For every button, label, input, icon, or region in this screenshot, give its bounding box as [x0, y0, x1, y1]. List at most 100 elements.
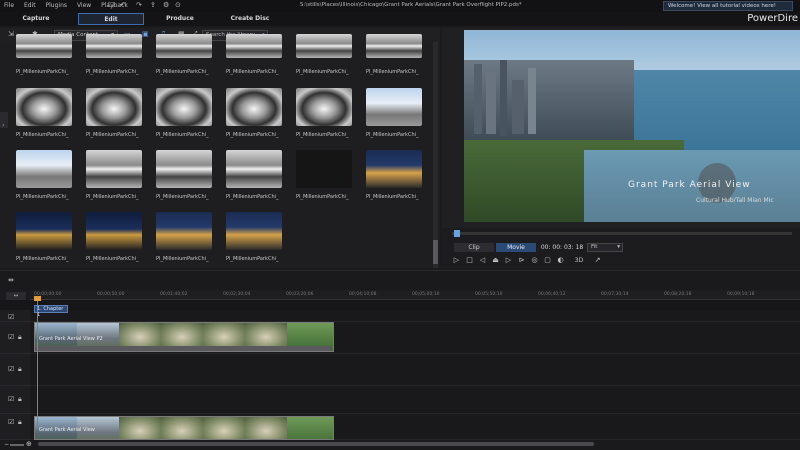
lock-icon[interactable]: 🔒︎ [18, 333, 22, 342]
zoom-out-icon[interactable]: − [4, 441, 9, 448]
library-item-label: PI_MilleniumParkChi_ [156, 69, 209, 75]
zoom-slider[interactable] [10, 444, 24, 446]
ruler-tick-label: 00;04;10;08 [349, 292, 377, 297]
tab-create-disc[interactable]: Create Disc [228, 13, 272, 25]
zoom-in-icon[interactable]: ⊕ [26, 440, 32, 448]
library-scrollbar[interactable] [433, 42, 438, 268]
library-thumbnail[interactable] [296, 88, 352, 126]
menu-view[interactable]: View [77, 2, 91, 9]
preview-scrubber[interactable] [452, 232, 792, 235]
lock-icon[interactable]: 🔒︎ [18, 365, 22, 374]
track-manager-button[interactable]: ↔ [6, 292, 26, 300]
checkbox-icon[interactable]: ☑ [8, 333, 14, 341]
eject-icon[interactable]: ⏏ [491, 256, 500, 265]
ruler-tick-label: 00;01;40;02 [160, 292, 188, 297]
snapshot-icon[interactable]: ◎ [530, 256, 539, 265]
undo-icon[interactable]: ↶ [120, 1, 126, 9]
library-thumbnail[interactable] [16, 88, 72, 126]
skyline-region [464, 60, 634, 150]
menu-plugins[interactable]: Plugins [46, 2, 68, 9]
library-item-label: PI_MilleniumParkChi_ [366, 132, 419, 138]
preview-video[interactable] [464, 30, 800, 222]
settings-icon[interactable]: ⚙ [163, 1, 169, 9]
tab-capture[interactable]: Capture [14, 13, 58, 25]
library-item-label: PI_MilleniumParkChi_ [366, 194, 419, 200]
collapse-panel-handle[interactable]: › [0, 112, 8, 129]
movie-mode-button[interactable]: Movie [496, 243, 536, 252]
library-thumbnail[interactable] [226, 212, 282, 250]
lock-icon[interactable]: ⊙ [175, 1, 181, 9]
timeline-scrollbar[interactable] [38, 442, 594, 446]
library-item-label: PI_MilleniumParkChi_ [156, 194, 209, 200]
checkbox-icon[interactable]: ☑ [8, 395, 14, 403]
fit-timeline-icon[interactable]: ⇹ [8, 276, 14, 284]
ruler-tick-label: 00;09;10;18 [727, 292, 755, 297]
prev-frame-icon[interactable]: ◁ [478, 256, 487, 265]
fast-forward-icon[interactable]: ⊳ [517, 256, 526, 265]
menu-file[interactable]: File [4, 2, 14, 9]
library-thumbnail[interactable] [226, 88, 282, 126]
lock-icon[interactable]: 🔒︎ [18, 418, 22, 427]
3d-toggle-button[interactable]: 3D [571, 256, 587, 265]
undock-icon[interactable]: ↗ [593, 256, 602, 265]
checkbox-icon[interactable]: ☑ [8, 313, 14, 321]
checkbox-icon[interactable]: ☑ [8, 365, 14, 373]
playhead-handle[interactable] [34, 296, 41, 301]
chapter-track-header [0, 310, 30, 322]
library-thumbnail[interactable] [226, 150, 282, 188]
play-icon[interactable]: ▷ [452, 256, 461, 265]
upload-icon[interactable]: ⇪ [150, 1, 156, 9]
library-thumbnail[interactable] [366, 34, 422, 58]
timecode-display[interactable]: 00: 00: 03: 18 [540, 243, 584, 252]
checkbox-icon[interactable]: ☑ [8, 418, 14, 426]
library-thumbnail[interactable] [86, 88, 142, 126]
display-icon[interactable]: ▢ [543, 256, 552, 265]
library-thumbnail[interactable] [86, 34, 142, 58]
timeline-ruler[interactable]: 00;00;00;00 00;00;50;00 00;01;40;02 00;02;3… [30, 290, 800, 300]
audio-track-1[interactable] [30, 354, 800, 386]
playhead[interactable] [34, 296, 41, 426]
library-thumbnail[interactable] [296, 150, 352, 188]
library-thumbnail[interactable] [16, 212, 72, 250]
tab-produce[interactable]: Produce [160, 13, 200, 25]
library-thumbnail[interactable] [366, 150, 422, 188]
preview-subtitle-text: Cultural Hub/Tall Mian Mic [696, 197, 774, 204]
ruler-tick-label: 00;06;40;12 [538, 292, 566, 297]
menu-edit[interactable]: Edit [24, 2, 36, 9]
library-thumbnail[interactable] [156, 88, 212, 126]
library-item-label: PI_MilleniumParkChi_ [86, 194, 139, 200]
library-scroll-thumb[interactable] [433, 240, 438, 264]
stop-icon[interactable]: □ [465, 256, 474, 265]
library-thumbnail[interactable] [226, 34, 282, 58]
library-thumbnail[interactable] [156, 150, 212, 188]
library-thumbnail[interactable] [86, 212, 142, 250]
clip-mode-button[interactable]: Clip [454, 243, 494, 252]
lock-icon[interactable]: 🔒︎ [18, 395, 22, 404]
import-media-icon[interactable]: ⇲ [8, 30, 14, 38]
library-thumbnail[interactable] [16, 34, 72, 58]
chapter-marker[interactable]: 1. Chapter 1 [34, 305, 68, 318]
new-project-icon[interactable]: ☐ [108, 1, 114, 9]
library-thumbnail[interactable] [156, 34, 212, 58]
chapter-track[interactable] [30, 310, 800, 322]
timeline-clip-2[interactable]: Grant Park Aerial View [34, 416, 334, 440]
tutorial-notification[interactable]: Welcome! View all tutorial videos here! [663, 1, 793, 11]
library-thumbnail[interactable] [16, 150, 72, 188]
image-filter-icon[interactable]: ▣ [142, 30, 149, 38]
ruler-tick-label: 00;07;30;14 [601, 292, 629, 297]
library-thumbnail[interactable] [366, 88, 422, 126]
fx-track[interactable] [30, 386, 800, 414]
volume-icon[interactable]: ◐ [556, 256, 565, 265]
library-item-label: PI_MilleniumParkChi_ [16, 256, 69, 262]
tab-edit[interactable]: Edit [78, 13, 144, 25]
redo-icon[interactable]: ↷ [136, 1, 142, 9]
zoom-fit-select[interactable]: Fit ▾ [587, 243, 623, 252]
scrubber-handle[interactable] [454, 230, 460, 237]
clip-1-label: Grant Park Aerial View P2 [39, 336, 103, 342]
ruler-tick-label: 00;03;20;06 [286, 292, 314, 297]
next-frame-icon[interactable]: ▷ [504, 256, 513, 265]
library-thumbnail[interactable] [156, 212, 212, 250]
library-thumbnail[interactable] [296, 34, 352, 58]
library-item-label: PI_MilleniumParkChi_ [16, 69, 69, 75]
library-thumbnail[interactable] [86, 150, 142, 188]
